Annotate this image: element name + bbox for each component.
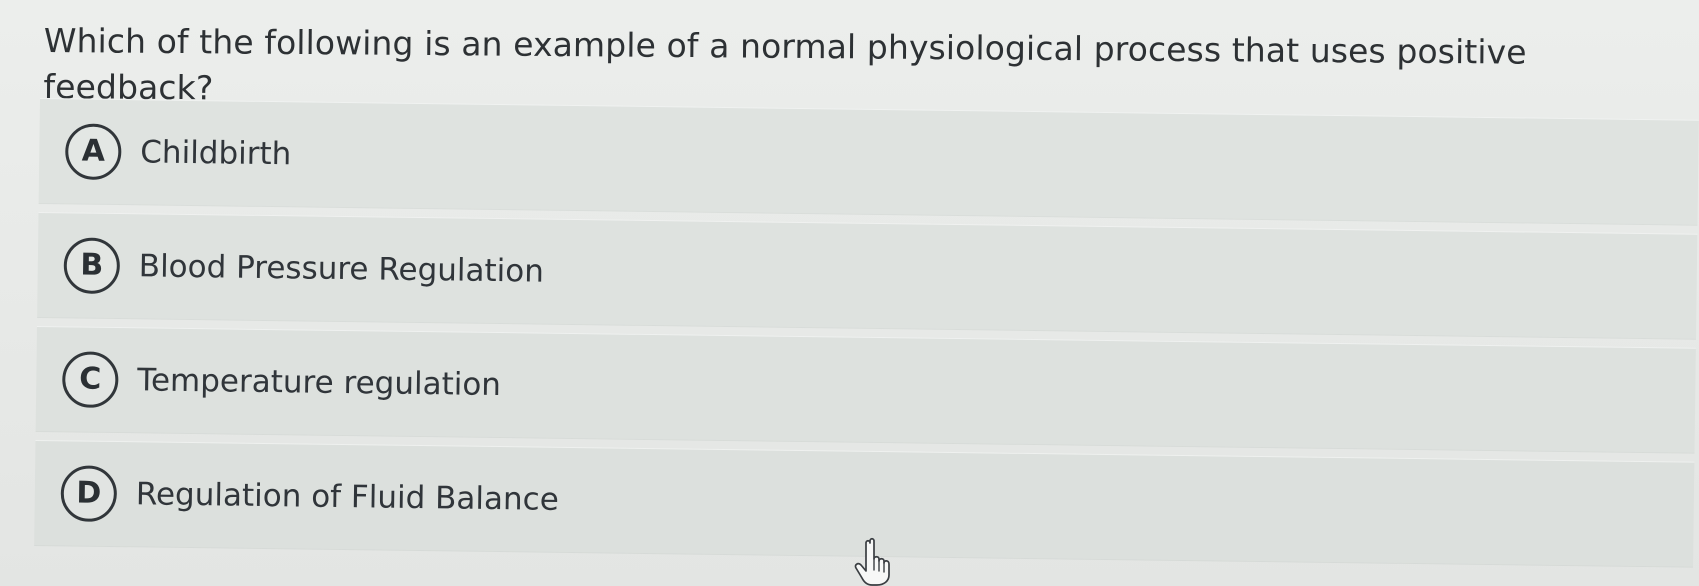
answer-option-d[interactable]: D Regulation of Fluid Balance (34, 439, 1695, 568)
choice-b-circle[interactable]: B (63, 237, 121, 295)
choice-a-letter: A (81, 133, 106, 169)
choice-c-letter: C (79, 361, 102, 397)
choice-a-circle[interactable]: A (64, 123, 122, 181)
choice-d-text: Regulation of Fluid Balance (135, 476, 560, 518)
choice-d-circle[interactable]: D (60, 465, 118, 523)
choice-b-text: Blood Pressure Regulation (138, 248, 545, 290)
answer-option-a[interactable]: A Childbirth (38, 98, 1699, 226)
answer-option-b[interactable]: B Blood Pressure Regulation (37, 211, 1698, 340)
choice-b-letter: B (80, 247, 104, 283)
quiz-question-screen: Which of the following is an example of … (0, 0, 1699, 586)
choice-d-letter: D (76, 475, 102, 511)
answer-option-c[interactable]: C Temperature regulation (35, 325, 1696, 454)
choice-c-circle[interactable]: C (61, 351, 119, 409)
answer-options-list: A Childbirth B Blood Pressure Regulation… (34, 98, 1699, 576)
choice-c-text: Temperature regulation (137, 362, 502, 404)
choice-a-text: Childbirth (140, 134, 292, 173)
